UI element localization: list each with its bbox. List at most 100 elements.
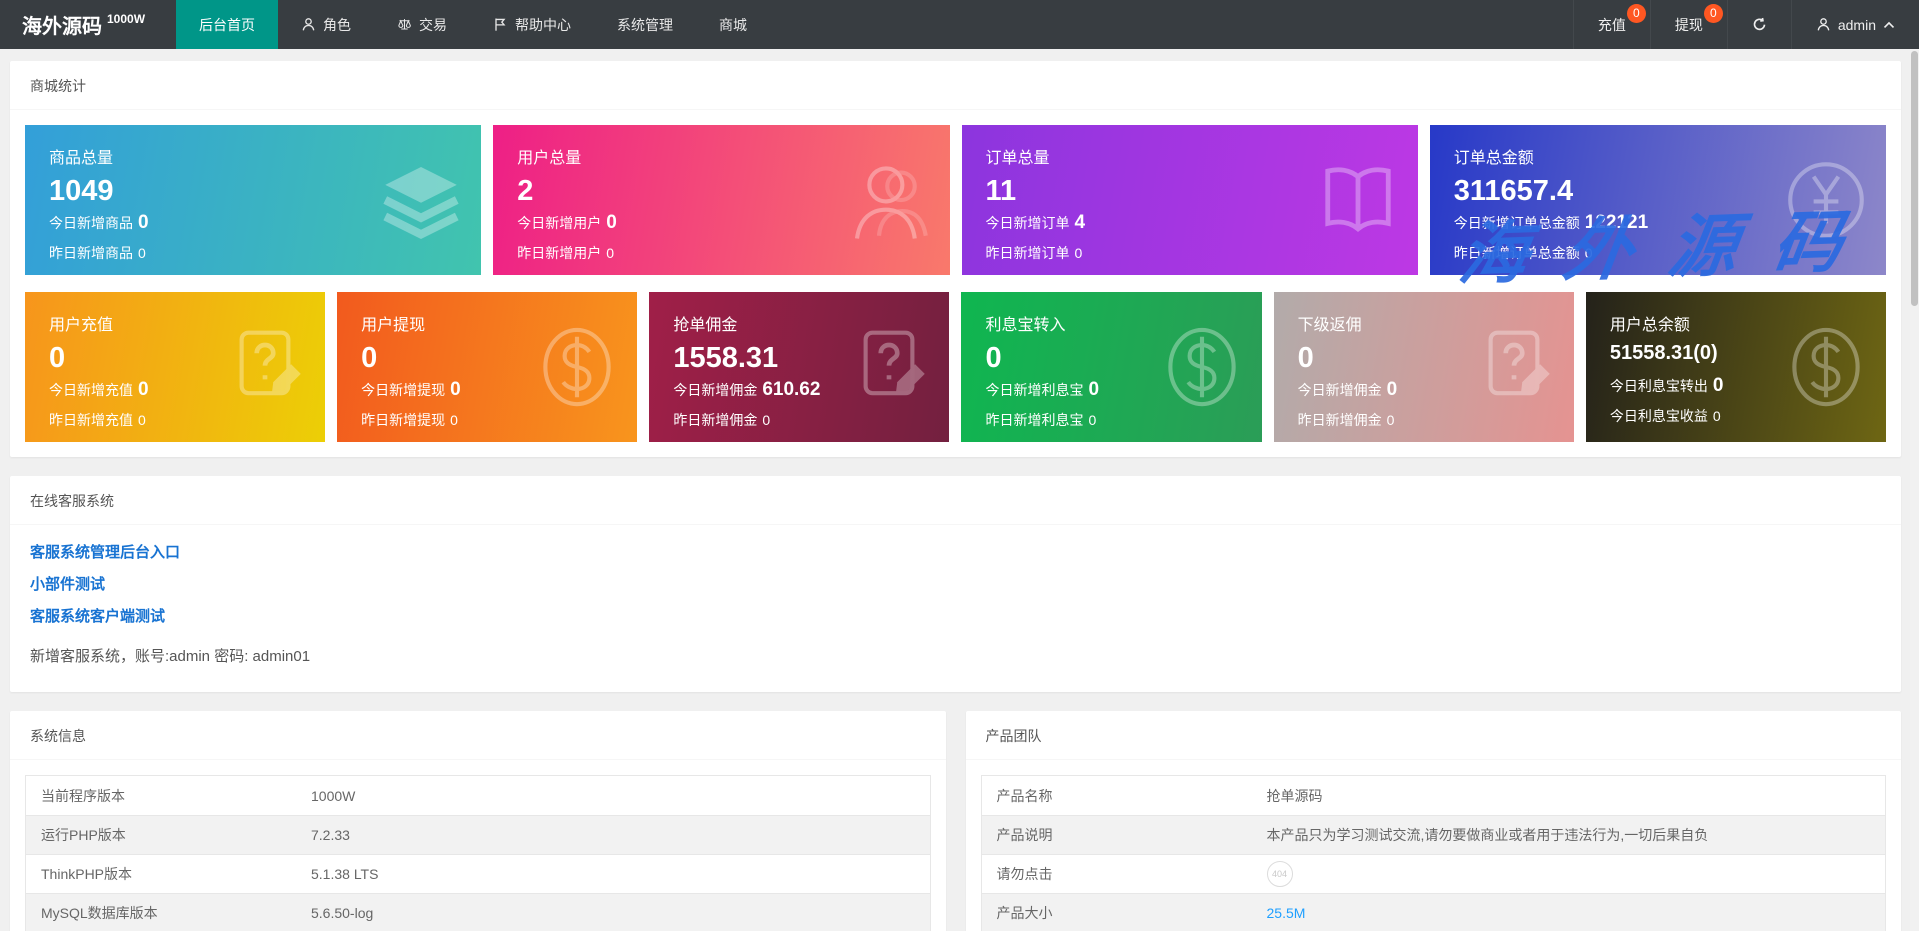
stats-row-1: 商品总量 1049 今日新增商品 0 昨日新增商品 0 用户总量 2 今日新增用户 0 昨日新增用户… (25, 125, 1886, 275)
service-panel-body: 客服系统管理后台入口 小部件测试 客服系统客户端测试 新增客服系统，账号:adm… (10, 525, 1901, 692)
service-client-test-link[interactable]: 客服系统客户端测试 (30, 605, 165, 626)
stat-card-yesterday-value: 0 (450, 412, 458, 429)
table-row-value: 5.6.50-log (311, 905, 374, 921)
stat-card-today-value: 0 (138, 379, 149, 401)
person-icon (846, 156, 934, 244)
stats-row-2: 用户充值 0 今日新增充值 0 昨日新增充值 0 用户提现 0 今日新增提现 0 昨日新增提现 0 抢单… (25, 292, 1886, 442)
nav-item-4[interactable]: 系统管理 (594, 0, 696, 49)
nav-item-0[interactable]: 后台首页 (176, 0, 278, 49)
system-info-panel: 系统信息 当前程序版本 1000W 运行PHP版本 7.2.33 ThinkPHP版本 5… (10, 711, 946, 931)
stat-card: 抢单佣金 1558.31 今日新增佣金 610.62 昨日新增佣金 0 (649, 292, 950, 442)
scrollbar-thumb[interactable] (1911, 51, 1918, 306)
chevron-up-icon (1883, 21, 1895, 29)
stat-card: 用户总余额 51558.31(0) 今日利息宝转出 0 今日利息宝收益 0 (1585, 292, 1886, 442)
stat-card-yesterday-line: 昨日新增利息宝 0 (985, 412, 1097, 429)
table-row-label: 请勿点击 (996, 866, 1053, 882)
scrollbar[interactable] (1910, 49, 1919, 931)
stat-card-yesterday-value: 0 (1712, 408, 1721, 424)
service-admin-link[interactable]: 客服系统管理后台入口 (30, 541, 180, 562)
table-row-value: 5.1.38 LTS (311, 866, 379, 882)
stat-card-yesterday-line: 昨日新增佣金 0 (673, 412, 771, 429)
stat-card-today-value: 0 (138, 212, 149, 234)
dollar-icon (533, 323, 621, 411)
refresh-button[interactable] (1726, 0, 1791, 49)
table-value-link[interactable]: 25.5M (1267, 905, 1306, 921)
recharge-badge: 0 (1626, 4, 1646, 23)
status-404-badge[interactable]: 404 (1266, 861, 1293, 887)
table-row: MySQL数据库版本 5.6.50-log (26, 893, 930, 931)
product-panel: 产品团队 产品名称 抢单源码产品说明 本产品只为学习测试交流,请勿要做商业或者用于违… (965, 711, 1901, 931)
stat-card-yesterday-value: 0 (1088, 412, 1097, 429)
stat-card-yesterday-value: 0 (138, 245, 146, 262)
doc-icon (845, 323, 933, 411)
nav-item-5[interactable]: 商城 (696, 0, 770, 49)
table-row-value: 404 (1266, 861, 1886, 887)
recharge-label: 充值 (1597, 16, 1626, 33)
main-menu: 后台首页 角色 交易 帮助中心 系统管理 商城 (176, 0, 770, 49)
doc-icon (1470, 323, 1558, 411)
table-row: 产品名称 抢单源码 (981, 776, 1885, 815)
stats-panel: 商城统计 商品总量 1049 今日新增商品 0 昨日新增商品 0 用户总量 2 今日新增用户 0 昨… (10, 61, 1901, 457)
stat-card-yesterday-value: 0 (606, 245, 615, 262)
stat-card-yesterday-line: 昨日新增佣金 0 (1297, 412, 1395, 429)
withdraw-badge: 0 (1703, 4, 1723, 23)
navbar-right: 充值 0 提现 0 admin (1572, 0, 1919, 49)
table-row: 产品大小 25.5M (981, 893, 1885, 931)
book-icon (1314, 156, 1402, 244)
product-panel-title: 产品团队 (965, 711, 1901, 760)
stat-card: 用户充值 0 今日新增充值 0 昨日新增充值 0 (25, 292, 326, 442)
stat-card-today-value: 0 (1088, 379, 1100, 401)
scales-icon (397, 17, 412, 32)
table-row-value: 抢单源码 (1266, 787, 1323, 804)
stat-card-yesterday-line: 昨日新增订单总金额 0 (1453, 245, 1593, 262)
stat-card: 利息宝转入 0 今日新增利息宝 0 昨日新增利息宝 0 (961, 292, 1262, 442)
stat-card-today-value: 4 (1074, 212, 1086, 234)
table-row: ThinkPHP版本 5.1.38 LTS (26, 854, 930, 893)
brand-version: 1000W (107, 11, 146, 26)
nav-item-3[interactable]: 帮助中心 (470, 0, 594, 49)
system-info-title: 系统信息 (10, 711, 946, 760)
bottom-panels: 系统信息 当前程序版本 1000W 运行PHP版本 7.2.33 ThinkPHP版本 5… (10, 711, 1901, 931)
table-row: 产品说明 本产品只为学习测试交流,请勿要做商业或者用于违法行为,一切后果自负 (981, 815, 1885, 854)
nav-item-label: 后台首页 (199, 16, 255, 33)
dollar-icon (1782, 323, 1870, 411)
stat-card-yesterday-value: 0 (1074, 245, 1083, 262)
service-credentials-note: 新增客服系统，账号:admin 密码: admin01 (30, 648, 311, 665)
flag-icon (493, 17, 508, 32)
nav-item-2[interactable]: 交易 (374, 0, 470, 49)
table-row-label: 产品大小 (996, 905, 1053, 921)
brand-logo[interactable]: 海外源码 1000W (0, 0, 176, 49)
stat-card-today-value: 0 (606, 212, 617, 234)
yen-icon (1782, 156, 1870, 244)
username: admin (1837, 16, 1876, 33)
table-row-value: 7.2.33 (311, 827, 350, 843)
stats-panel-body: 商品总量 1049 今日新增商品 0 昨日新增商品 0 用户总量 2 今日新增用户 0 昨日新增用户… (10, 110, 1901, 457)
stat-card-yesterday-line: 昨日新增商品 0 (49, 245, 146, 262)
nav-item-label: 系统管理 (617, 16, 673, 33)
layers-icon (377, 156, 465, 244)
stats-panel-title: 商城统计 (10, 61, 1901, 110)
nav-item-label: 角色 (323, 16, 351, 33)
top-navbar: 海外源码 1000W 后台首页 角色 交易 帮助中心 系统管理 商城 充值 0 提现 0 … (0, 0, 1919, 49)
table-row-label: 产品说明 (996, 827, 1053, 843)
withdraw-label: 提现 (1674, 16, 1703, 33)
recharge-nav-item[interactable]: 充值 0 (1572, 0, 1650, 49)
stat-card-yesterday-line: 昨日新增充值 0 (49, 412, 146, 429)
product-table: 产品名称 抢单源码产品说明 本产品只为学习测试交流,请勿要做商业或者用于违法行为,一… (980, 775, 1886, 931)
table-row: 当前程序版本 1000W (26, 776, 930, 815)
refresh-icon (1752, 17, 1767, 32)
nav-item-label: 商城 (719, 16, 747, 33)
stat-card-yesterday-value: 0 (762, 412, 771, 429)
table-row-value: 本产品只为学习测试交流,请勿要做商业或者用于违法行为,一切后果自负 (1266, 827, 1709, 843)
stat-card-today-value: 610.62 (762, 379, 821, 401)
nav-item-1[interactable]: 角色 (278, 0, 374, 49)
service-widget-test-link[interactable]: 小部件测试 (30, 573, 105, 594)
dollar-icon (1158, 323, 1246, 411)
withdraw-nav-item[interactable]: 提现 0 (1649, 0, 1727, 49)
user-menu[interactable]: admin (1790, 0, 1919, 49)
table-row-value: 1000W (311, 787, 356, 804)
stat-card-today-value: 122121 (1584, 212, 1649, 234)
table-row-label: 运行PHP版本 (41, 827, 126, 843)
stat-card-yesterday-value: 0 (1386, 412, 1395, 429)
user-line-icon (301, 17, 316, 32)
